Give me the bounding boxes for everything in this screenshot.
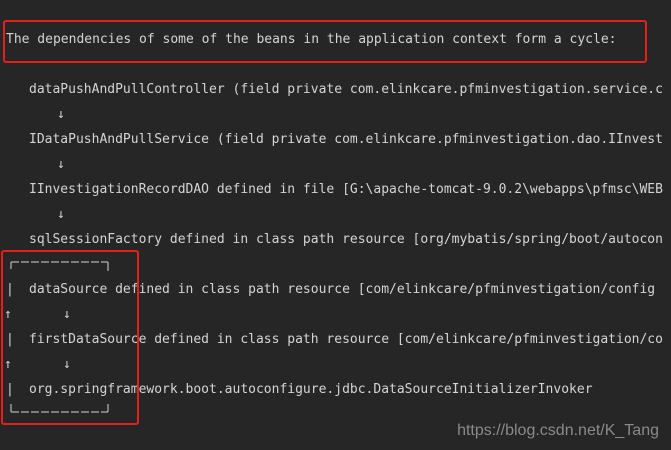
console-output-panel: The dependencies of some of the beans in… <box>0 0 671 450</box>
cycle-highlight-box <box>1 250 139 425</box>
blog-watermark: https://blog.csdn.net/K_Tang <box>457 422 659 439</box>
